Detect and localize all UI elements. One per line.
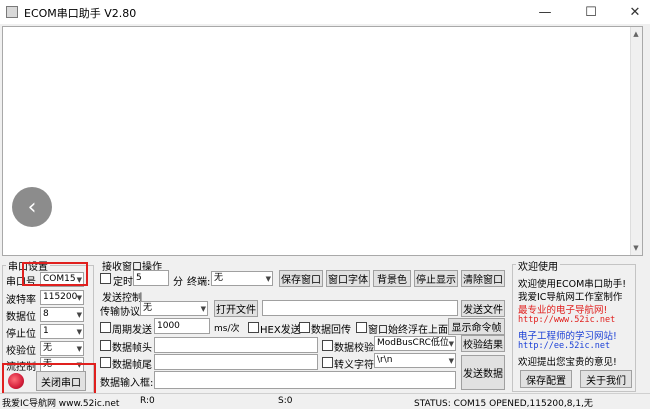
scroll-down-icon[interactable]: ▼ (630, 242, 642, 254)
period-input[interactable]: 1000 (154, 318, 210, 334)
periodic-send-checkbox[interactable] (100, 322, 111, 333)
escape-char-label: 转义字符 (334, 360, 374, 371)
save-window-button[interactable]: 保存窗口 (279, 270, 323, 287)
checksum-select[interactable]: ModBusCRC低位 ▼ (374, 336, 456, 351)
baud-value: 115200 (43, 292, 78, 302)
chevron-down-icon: ▼ (448, 340, 454, 348)
window-font-button[interactable]: 窗口字体 (326, 270, 370, 287)
stop-bits-label: 停止位 (6, 329, 36, 340)
welcome-line: 欢迎提出您宝贵的意见! (518, 357, 617, 368)
open-file-button[interactable]: 打开文件 (214, 300, 258, 317)
data-bits-label: 数据位 (6, 312, 36, 323)
timer-label: 定时 (113, 277, 133, 288)
chevron-down-icon: ▼ (265, 275, 271, 283)
welcome-line: 最专业的电子导航网! (518, 305, 608, 316)
data-echo-checkbox[interactable] (299, 322, 310, 333)
website-link[interactable]: http://www.52ic.net (518, 315, 615, 325)
welcome-line: 电子工程师的学习网站! (518, 331, 617, 342)
checksum-result-button[interactable]: 校验结果 (461, 335, 505, 352)
website-link[interactable]: http://ee.52ic.net (518, 341, 610, 351)
parity-label: 校验位 (6, 346, 36, 357)
background-color-button[interactable]: 背景色 (373, 270, 411, 287)
port-highlight-box (22, 262, 88, 286)
frame-tail-label: 数据帧尾 (112, 360, 152, 371)
timer-unit: 分 (173, 277, 183, 288)
maximize-button[interactable]: ☐ (576, 2, 606, 22)
escape-char-checkbox[interactable] (322, 357, 333, 368)
about-us-button[interactable]: 关于我们 (580, 370, 632, 388)
periodic-send-label: 周期发送 (112, 325, 152, 336)
scroll-up-icon[interactable]: ▲ (630, 28, 642, 40)
window-title: ECOM串口助手 V2.80 (24, 7, 137, 20)
chevron-down-icon: ▼ (448, 357, 454, 365)
timer-checkbox[interactable] (100, 273, 111, 284)
data-bits-select[interactable]: 8 ▼ (40, 307, 84, 322)
frame-head-label: 数据帧头 (112, 343, 152, 354)
back-arrow-icon[interactable]: ‹ (12, 187, 52, 227)
parity-value: 无 (43, 343, 53, 353)
checksum-value: ModBusCRC低位 (377, 338, 449, 348)
parity-select[interactable]: 无 ▼ (40, 341, 84, 356)
protocol-label: 传输协议 (100, 307, 140, 318)
always-on-top-checkbox[interactable] (356, 322, 367, 333)
stop-bits-value: 1 (43, 326, 49, 336)
close-port-highlight-box (2, 363, 96, 395)
frame-head-input[interactable] (154, 337, 318, 353)
baud-label: 波特率 (6, 295, 36, 306)
timer-input[interactable]: 5 (133, 270, 169, 286)
site-link[interactable]: 我爱IC导航网 www.52ic.net (2, 396, 119, 409)
data-bits-value: 8 (43, 309, 49, 319)
frame-head-checkbox[interactable] (100, 340, 111, 351)
app-icon (6, 6, 18, 18)
hex-send-checkbox[interactable] (248, 322, 259, 333)
chevron-down-icon: ▼ (76, 294, 82, 302)
checksum-label: 数据校验 (334, 343, 374, 354)
escape-char-select[interactable]: \r\n ▼ (374, 353, 456, 368)
welcome-label: 欢迎使用 (516, 258, 560, 273)
hex-send-label: HEX发送 (260, 325, 301, 336)
close-window-button[interactable]: ✕ (620, 2, 650, 22)
terminal-label: 终端: (187, 277, 211, 288)
escape-char-value: \r\n (377, 355, 393, 365)
tx-count: S:0 (278, 396, 293, 406)
show-command-frame-button[interactable]: 显示命令帧 (448, 318, 505, 335)
clear-window-button[interactable]: 清除窗口 (461, 270, 505, 287)
checksum-checkbox[interactable] (322, 340, 333, 351)
stop-bits-select[interactable]: 1 ▼ (40, 324, 84, 339)
period-unit: ms/次 (214, 324, 240, 334)
receive-text-area[interactable] (2, 26, 643, 256)
status-text: STATUS: COM15 OPENED,115200,8,1,无 (414, 399, 593, 409)
protocol-value: 无 (143, 303, 153, 313)
chevron-down-icon: ▼ (76, 311, 82, 319)
welcome-line: 我爱IC导航网工作室制作 (518, 292, 623, 303)
chevron-down-icon: ▼ (76, 345, 82, 353)
chevron-down-icon: ▼ (76, 328, 82, 336)
frame-tail-checkbox[interactable] (100, 357, 111, 368)
save-config-button[interactable]: 保存配置 (520, 370, 572, 388)
send-data-button[interactable]: 发送数据 (461, 355, 505, 390)
stop-display-button[interactable]: 停止显示 (414, 270, 458, 287)
file-path-input[interactable] (262, 300, 458, 316)
minimize-button[interactable]: — (530, 2, 560, 22)
always-on-top-label: 窗口始终浮在上面 (368, 325, 448, 336)
protocol-select[interactable]: 无 ▼ (140, 301, 208, 316)
rx-count: R:0 (140, 396, 155, 406)
welcome-line: 欢迎使用ECOM串口助手! (518, 279, 627, 290)
data-echo-label: 数据回传 (311, 325, 351, 336)
terminal-value: 无 (214, 273, 224, 283)
data-input-box[interactable] (154, 371, 456, 389)
send-control-label: 发送控制 (100, 289, 144, 304)
baud-select[interactable]: 115200 ▼ (40, 290, 84, 305)
receive-scrollbar[interactable] (630, 27, 642, 255)
send-file-button[interactable]: 发送文件 (461, 300, 505, 317)
chevron-down-icon: ▼ (200, 305, 206, 313)
frame-tail-input[interactable] (154, 354, 318, 370)
terminal-select[interactable]: 无 ▼ (211, 271, 273, 286)
data-input-label: 数据输入框: (100, 378, 154, 389)
